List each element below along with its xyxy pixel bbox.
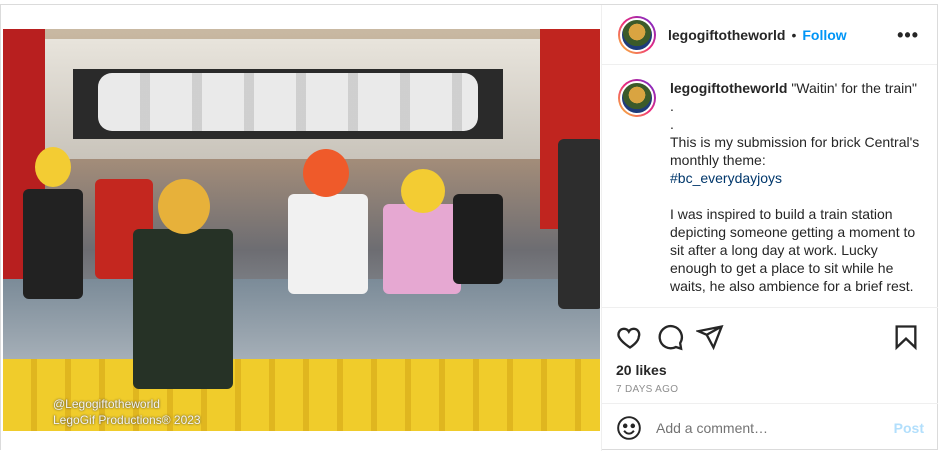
- caption-username[interactable]: legogiftotheworld: [670, 80, 787, 96]
- caption-line: .: [670, 116, 674, 132]
- avatar-image: [620, 81, 654, 115]
- minifig-dark-right: [453, 194, 503, 284]
- post-timestamp[interactable]: 7 DAYS AGO: [616, 384, 924, 395]
- heart-icon[interactable]: [616, 323, 644, 351]
- watermark-handle: @Legogiftotheworld: [53, 397, 160, 411]
- watermark-credit: LegoGif Productions® 2023: [53, 413, 201, 427]
- comment-input[interactable]: [656, 419, 876, 436]
- caption-line: This is my submission for brick Central'…: [670, 134, 920, 168]
- minifig-head: [158, 179, 210, 234]
- comment-icon[interactable]: [656, 323, 684, 351]
- minifig-left-jacket: [23, 189, 83, 299]
- minifig-worker-vest: [288, 194, 368, 294]
- minifig-head: [303, 149, 349, 197]
- photo-sign-letters: [98, 73, 478, 131]
- caption-hashtag[interactable]: #bc_everydayjoys: [670, 169, 920, 187]
- caption-line: I was inspired to build a train station …: [670, 206, 916, 294]
- bookmark-icon[interactable]: [892, 323, 920, 351]
- follow-button[interactable]: Follow: [802, 27, 846, 43]
- avatar-image: [620, 17, 654, 52]
- caption-line: .: [670, 98, 674, 114]
- caption-line: "Waitin' for the train": [791, 80, 918, 96]
- post-photo[interactable]: @Legogiftotheworld LegoGif Productions® …: [3, 29, 600, 431]
- caption-area: legogiftotheworld "Waitin' for the train…: [602, 65, 937, 305]
- caption-avatar[interactable]: [618, 79, 656, 305]
- post-actions: 20 likes 7 DAYS AGO: [602, 307, 938, 395]
- comment-bar: Post: [602, 403, 938, 451]
- instagram-post: @Legogiftotheworld LegoGif Productions® …: [0, 4, 938, 451]
- minifig-head: [35, 147, 71, 187]
- header-username[interactable]: legogiftotheworld: [668, 27, 785, 43]
- post-media: @Legogiftotheworld LegoGif Productions® …: [1, 5, 601, 451]
- post-header: legogiftotheworld • Follow •••: [602, 5, 937, 65]
- header-avatar[interactable]: [618, 15, 656, 54]
- post-side-panel: legogiftotheworld • Follow ••• legogifto…: [601, 5, 938, 451]
- post-comment-button[interactable]: Post: [894, 420, 924, 436]
- emoji-icon[interactable]: [616, 415, 642, 441]
- action-icons: [616, 322, 924, 352]
- header-separator: •: [791, 26, 797, 43]
- share-icon[interactable]: [696, 323, 724, 351]
- more-options-icon[interactable]: •••: [897, 25, 919, 46]
- minifig-right-edge: [558, 139, 600, 309]
- minifig-front-beanie: [133, 229, 233, 389]
- caption-text: legogiftotheworld "Waitin' for the train…: [670, 79, 920, 305]
- caption-line: [670, 187, 920, 205]
- like-count[interactable]: 20 likes: [616, 362, 924, 378]
- minifig-head: [401, 169, 445, 213]
- minifig-pink-shirt: [383, 204, 461, 294]
